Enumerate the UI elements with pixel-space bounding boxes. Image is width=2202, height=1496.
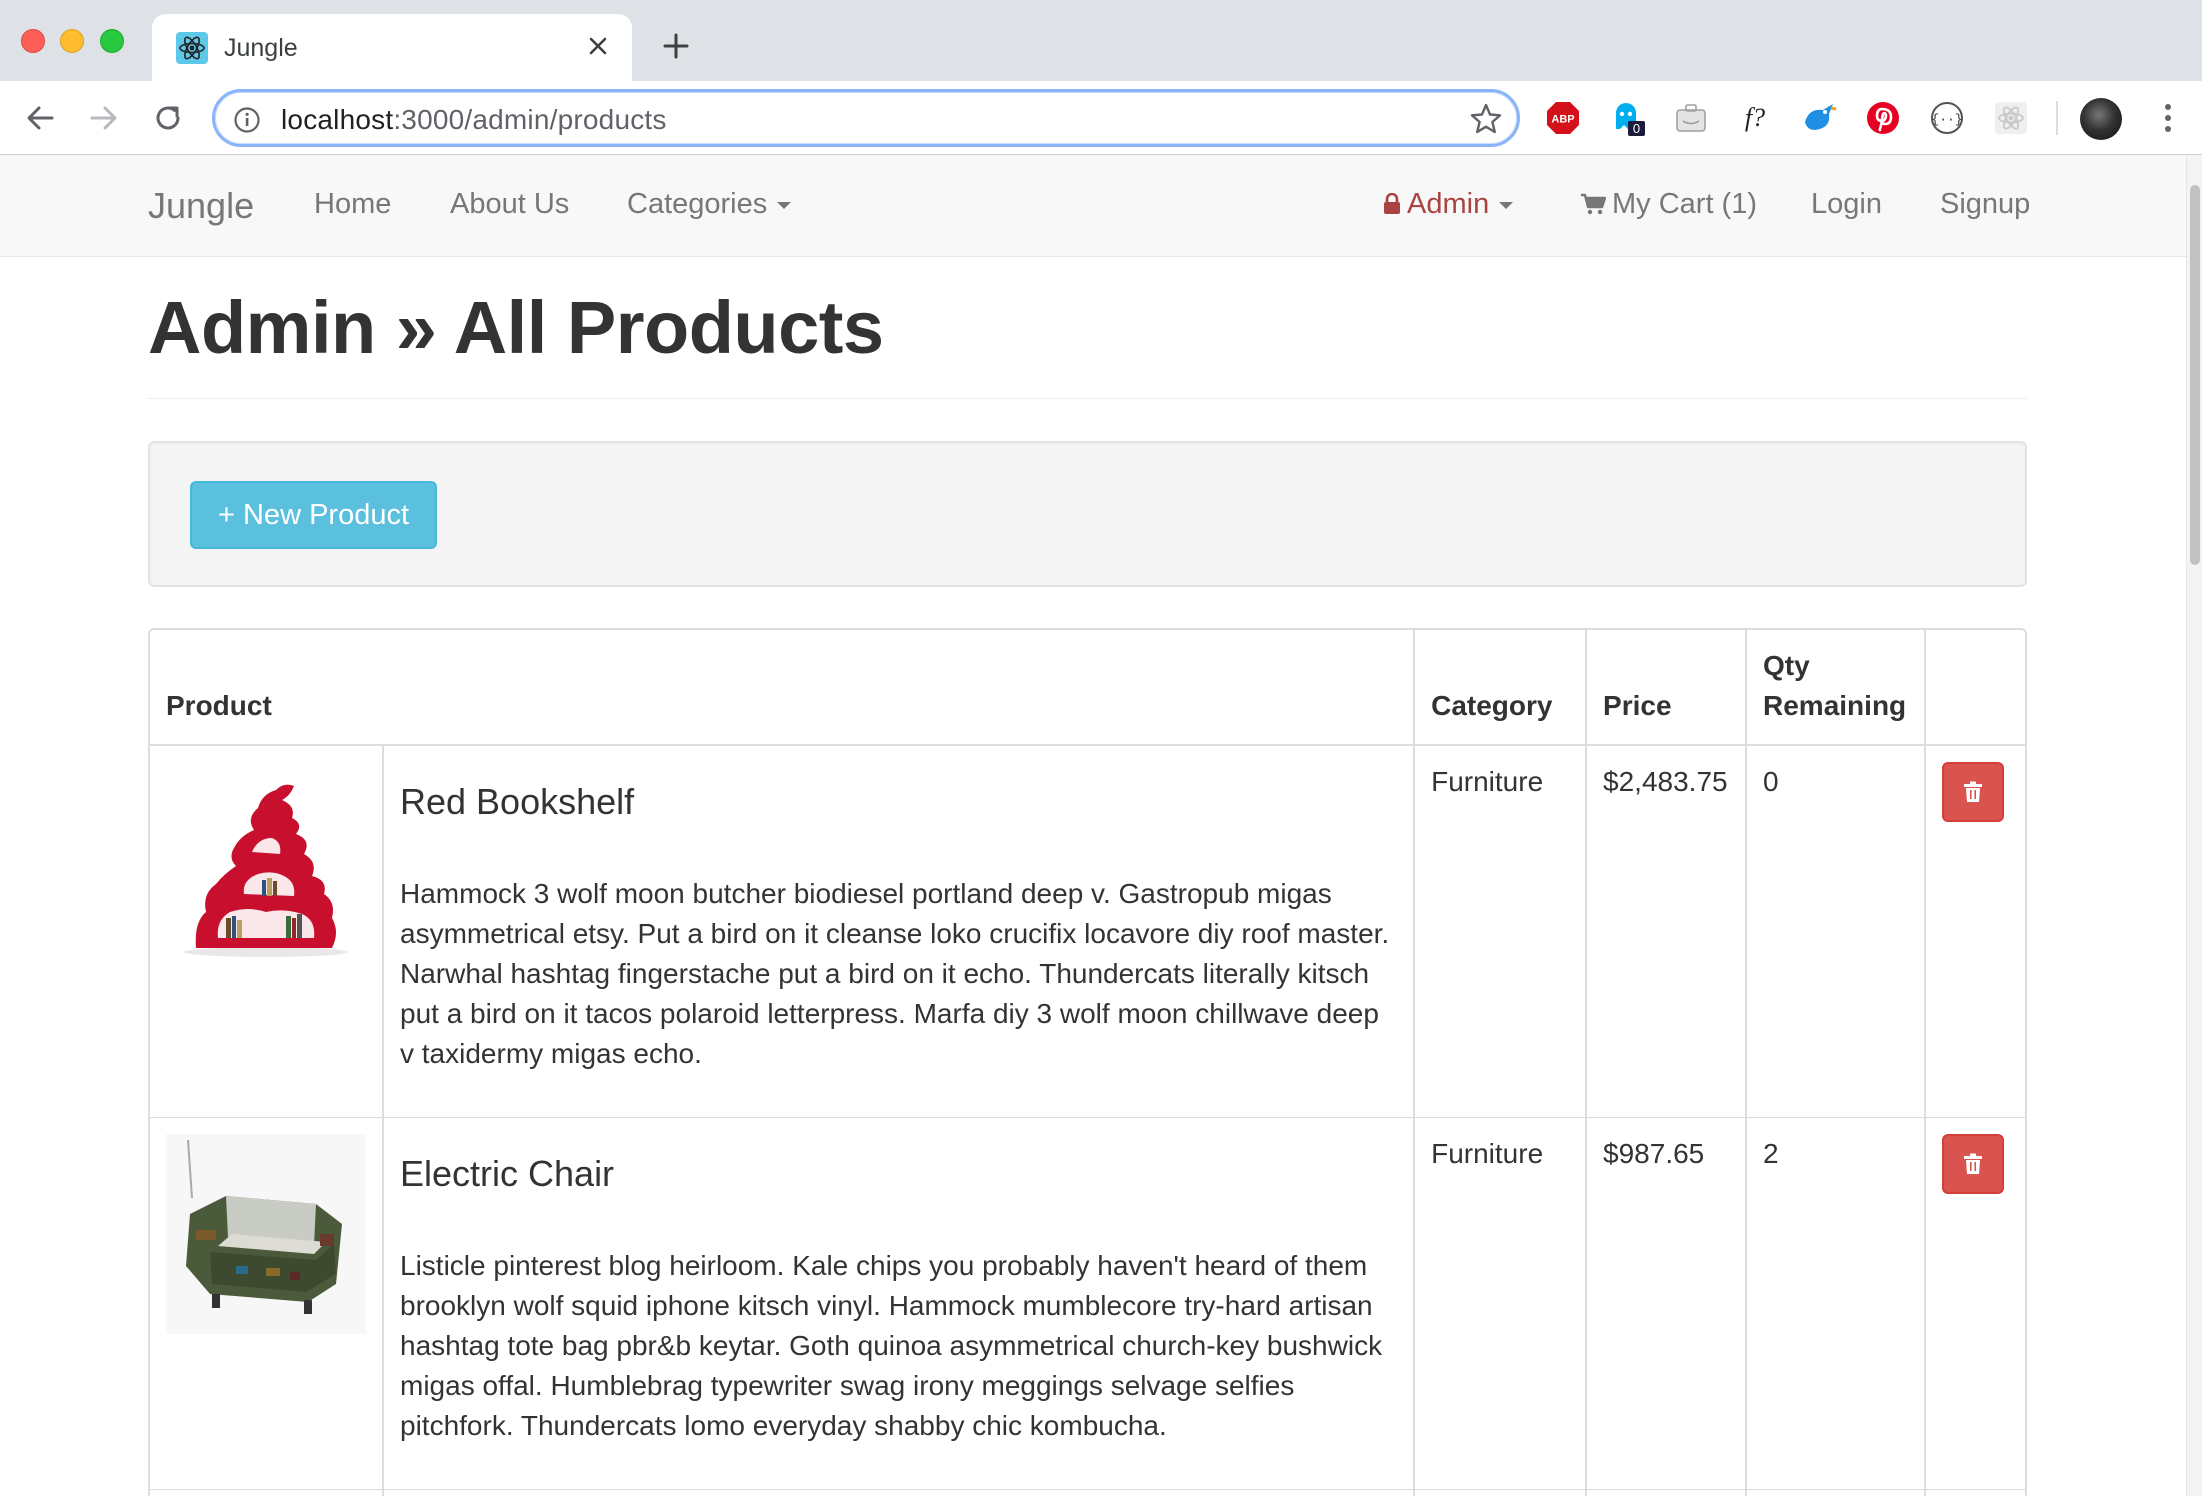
site-info-icon[interactable] bbox=[233, 106, 261, 134]
product-price bbox=[1585, 1488, 1747, 1496]
nav-categories-dropdown[interactable]: Categories bbox=[627, 188, 792, 221]
chevron-down-icon bbox=[1499, 201, 1514, 209]
lock-icon bbox=[1384, 192, 1400, 214]
profile-avatar[interactable] bbox=[2080, 98, 2122, 140]
maximize-window-button[interactable] bbox=[100, 29, 124, 53]
product-image-cell bbox=[150, 744, 383, 1117]
product-description: Listicle pinterest blog heirloom. Kale c… bbox=[400, 1249, 1383, 1441]
site-navbar: Jungle Home About Us Categories Admin My… bbox=[0, 155, 2186, 257]
product-category: Furniture bbox=[1413, 744, 1587, 1117]
product-info-cell: Red Bookshelf Hammock 3 wolf moon butche… bbox=[381, 744, 1415, 1117]
reload-icon[interactable] bbox=[148, 98, 188, 138]
font-ext-label: f? bbox=[1745, 103, 1765, 132]
ghostery-badge: 0 bbox=[1633, 121, 1640, 136]
trash-icon bbox=[1964, 781, 1982, 802]
header-price: Price bbox=[1585, 630, 1747, 746]
table-row: Red Bookshelf Hammock 3 wolf moon butche… bbox=[150, 744, 2025, 1117]
nav-home[interactable]: Home bbox=[314, 188, 391, 221]
browser-menu-icon[interactable] bbox=[2150, 99, 2186, 137]
browser-tab-bar: Jungle bbox=[0, 0, 2202, 81]
electric-chair-image bbox=[166, 1133, 366, 1334]
delete-product-button[interactable] bbox=[1942, 762, 2004, 822]
svg-text:{··}: {··} bbox=[1931, 112, 1962, 127]
toolbar-separator bbox=[2056, 101, 2058, 135]
cart-icon bbox=[1581, 193, 1607, 215]
bird-icon[interactable] bbox=[1800, 99, 1838, 137]
header-actions bbox=[1924, 630, 2025, 746]
product-price: $2,483.75 bbox=[1585, 744, 1747, 1117]
nav-categories-label: Categories bbox=[627, 188, 768, 220]
header-category: Category bbox=[1413, 630, 1587, 746]
product-qty: 2 bbox=[1745, 1116, 1925, 1489]
new-product-button[interactable]: + New Product bbox=[190, 481, 438, 549]
abp-label: ABP bbox=[1551, 114, 1574, 126]
forward-arrow-icon[interactable] bbox=[84, 98, 124, 138]
chevron-down-icon bbox=[777, 201, 792, 209]
close-window-button[interactable] bbox=[21, 29, 45, 53]
tab-title: Jungle bbox=[224, 34, 298, 62]
new-tab-icon[interactable] bbox=[656, 26, 696, 66]
delete-product-button[interactable] bbox=[1942, 1133, 2004, 1194]
table-header-row: Product Category Price Qty Remaining bbox=[150, 630, 2025, 746]
product-name: Electric Chair bbox=[400, 1152, 615, 1194]
brand-link[interactable]: Jungle bbox=[148, 185, 254, 227]
json-viewer-icon[interactable]: {··} bbox=[1928, 99, 1966, 137]
nav-cart[interactable]: My Cart (1) bbox=[1580, 188, 1757, 221]
back-arrow-icon[interactable] bbox=[20, 98, 60, 138]
browser-tab[interactable]: Jungle bbox=[152, 14, 632, 81]
table-row: Electric Chair Listicle pinterest blog h… bbox=[150, 1116, 2025, 1489]
nav-admin-label: Admin bbox=[1407, 188, 1490, 220]
bookmark-star-icon[interactable] bbox=[1469, 102, 1503, 136]
header-qty-line2: Remaining bbox=[1763, 690, 1907, 721]
header-divider bbox=[148, 398, 2027, 399]
product-description: Hammock 3 wolf moon butcher biodiesel po… bbox=[400, 878, 1390, 1069]
scrollbar-thumb[interactable] bbox=[2190, 185, 2200, 565]
react-devtools-icon[interactable] bbox=[1992, 99, 2030, 137]
product-actions-cell bbox=[1924, 1116, 2025, 1489]
nav-cart-label: My Cart (1) bbox=[1612, 188, 1757, 220]
adblock-plus-icon[interactable]: ABP bbox=[1544, 99, 1582, 137]
product-name: Red Bookshelf bbox=[400, 781, 635, 822]
react-icon bbox=[176, 32, 208, 64]
pinterest-icon[interactable] bbox=[1864, 99, 1902, 137]
url-host: localhost bbox=[281, 104, 394, 135]
products-table: Product Category Price Qty Remaining Red… bbox=[148, 628, 2027, 1496]
nav-signup[interactable]: Signup bbox=[1940, 188, 2030, 221]
actions-well: + New Product bbox=[148, 441, 2027, 587]
product-price: $987.65 bbox=[1585, 1116, 1747, 1489]
nav-login[interactable]: Login bbox=[1811, 188, 1882, 221]
font-finder-icon[interactable]: f? bbox=[1736, 99, 1774, 137]
url-path: :3000/admin/products bbox=[393, 104, 667, 135]
address-bar[interactable]: localhost:3000/admin/products bbox=[212, 89, 1520, 147]
nav-admin-dropdown[interactable]: Admin bbox=[1383, 188, 1514, 221]
product-actions-cell bbox=[1924, 1488, 2025, 1496]
trash-icon bbox=[1964, 1153, 1982, 1174]
page-scrollbar[interactable] bbox=[2186, 155, 2202, 1496]
product-actions-cell bbox=[1924, 744, 2025, 1117]
product-category: Furniture bbox=[1413, 1116, 1587, 1489]
product-image-cell bbox=[150, 1116, 383, 1489]
nav-about[interactable]: About Us bbox=[450, 188, 569, 221]
ghostery-icon[interactable]: 0 bbox=[1608, 99, 1646, 137]
tab-close-icon[interactable] bbox=[580, 28, 616, 64]
red-bookshelf-image bbox=[166, 762, 366, 962]
header-qty-line1: Qty bbox=[1763, 650, 1810, 681]
table-row bbox=[150, 1488, 2025, 1496]
product-category bbox=[1413, 1488, 1587, 1496]
url-text[interactable]: localhost:3000/admin/products bbox=[281, 104, 667, 136]
briefcase-icon[interactable] bbox=[1672, 99, 1710, 137]
product-info-cell: Electric Chair Listicle pinterest blog h… bbox=[381, 1116, 1415, 1489]
browser-toolbar: localhost:3000/admin/products ABP 0 f? {… bbox=[0, 81, 2202, 155]
product-image-cell bbox=[150, 1488, 383, 1496]
product-qty: 0 bbox=[1745, 744, 1925, 1117]
header-qty-remaining: Qty Remaining bbox=[1745, 630, 1925, 746]
page-title: Admin » All Products bbox=[148, 286, 884, 369]
page-viewport: Jungle Home About Us Categories Admin My… bbox=[0, 155, 2186, 1496]
product-qty bbox=[1745, 1488, 1925, 1496]
minimize-window-button[interactable] bbox=[60, 29, 84, 53]
header-product: Product bbox=[150, 630, 1415, 746]
product-info-cell bbox=[381, 1488, 1415, 1496]
